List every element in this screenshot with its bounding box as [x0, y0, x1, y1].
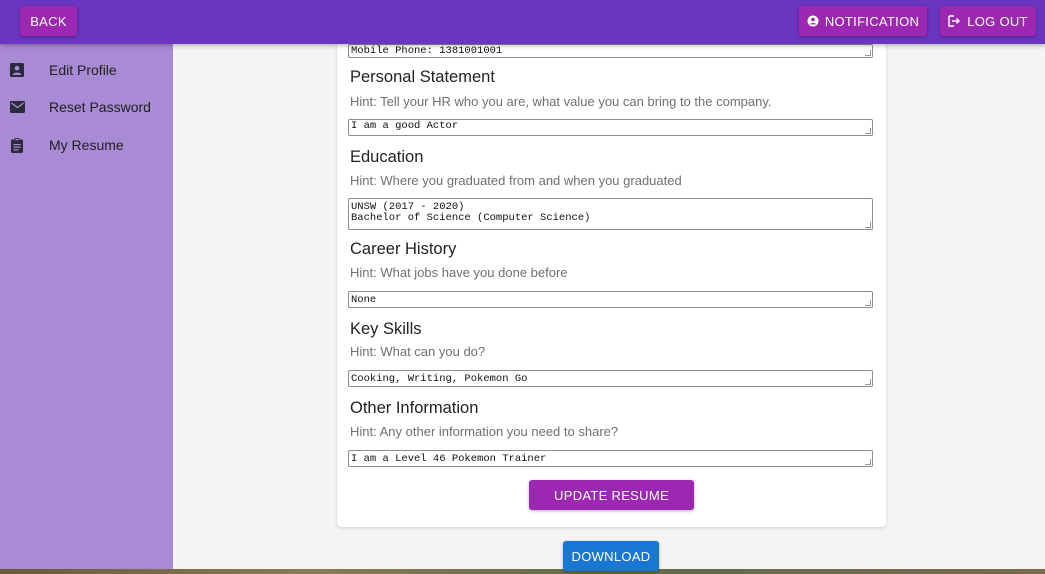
- sidebar-item-label: Edit Profile: [49, 62, 117, 78]
- hint-career-history: Hint: What jobs have you done before: [350, 265, 568, 280]
- sidebar: Edit Profile Reset Password My Resume: [0, 44, 173, 574]
- sidebar-item-reset-password[interactable]: Reset Password: [0, 89, 173, 125]
- logout-button[interactable]: LOG OUT: [940, 6, 1036, 36]
- education-field[interactable]: UNSW (2017 - 2020) Bachelor of Science (…: [348, 198, 873, 230]
- hint-other-information: Hint: Any other information you need to …: [350, 424, 619, 439]
- hint-key-skills: Hint: What can you do?: [350, 344, 486, 359]
- download-button[interactable]: DOWNLOAD: [563, 541, 659, 571]
- update-resume-label: UPDATE RESUME: [554, 487, 669, 503]
- background-strip: [0, 569, 1045, 574]
- section-title-other-information: Other Information: [350, 399, 479, 417]
- career-history-field[interactable]: None: [348, 291, 873, 308]
- notification-icon: [807, 15, 819, 27]
- update-resume-button[interactable]: UPDATE RESUME: [529, 480, 694, 510]
- clipboard-icon: [9, 137, 25, 153]
- logout-icon: [948, 15, 961, 27]
- account-box-icon: [9, 62, 25, 78]
- section-title-personal-statement: Personal Statement: [350, 68, 495, 86]
- back-button[interactable]: BACK: [20, 6, 77, 36]
- section-title-career-history: Career History: [350, 240, 457, 258]
- back-button-label: BACK: [30, 13, 67, 29]
- logout-button-label: LOG OUT: [967, 13, 1028, 29]
- section-title-education: Education: [350, 148, 424, 166]
- section-title-key-skills: Key Skills: [350, 320, 422, 338]
- app-bar: BACK NOTIFICATION LOG OUT: [0, 0, 1045, 44]
- sidebar-item-edit-profile[interactable]: Edit Profile: [0, 52, 173, 88]
- sidebar-item-my-resume[interactable]: My Resume: [0, 127, 173, 163]
- key-skills-field[interactable]: Cooking, Writing, Pokemon Go: [348, 370, 873, 387]
- notification-button[interactable]: NOTIFICATION: [799, 6, 927, 36]
- mail-icon: [9, 99, 25, 115]
- notification-button-label: NOTIFICATION: [824, 13, 920, 29]
- hint-education: Hint: Where you graduated from and when …: [350, 173, 682, 188]
- mobile-phone-field[interactable]: Mobile Phone: 1381001001: [348, 44, 873, 58]
- personal-statement-field[interactable]: I am a good Actor: [348, 119, 873, 136]
- sidebar-item-label: Reset Password: [49, 99, 151, 115]
- sidebar-item-label: My Resume: [49, 137, 124, 153]
- hint-personal-statement: Hint: Tell your HR who you are, what val…: [350, 94, 772, 109]
- download-label: DOWNLOAD: [571, 548, 651, 564]
- other-information-field[interactable]: I am a Level 46 Pokemon Trainer: [348, 450, 873, 467]
